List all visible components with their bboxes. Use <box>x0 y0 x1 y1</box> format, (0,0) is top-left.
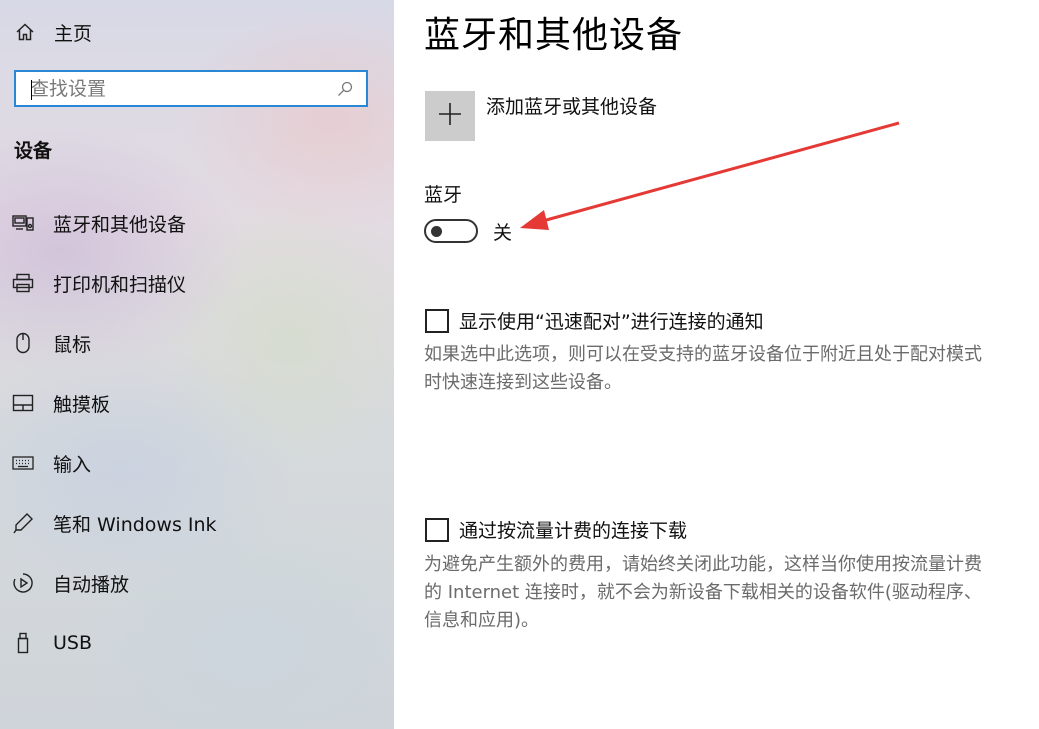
keyboard-icon <box>12 452 34 474</box>
sidebar-nav: 蓝牙和其他设备 打印机和扫描仪 鼠标 触摸板 输入 笔和 Windows Ink… <box>0 193 394 673</box>
pen-icon <box>12 512 34 534</box>
sidebar-item-touchpad[interactable]: 触摸板 <box>0 373 394 433</box>
touchpad-icon <box>12 392 34 414</box>
toggle-knob <box>431 226 442 237</box>
metered-download-description: 为避免产生额外的费用，请始终关闭此功能，这样当你使用按流量计费的 Interne… <box>424 554 982 631</box>
settings-sidebar: 主页 设备 蓝牙和其他设备 <box>0 0 394 729</box>
swift-pair-description: 如果选中此选项，则可以在受支持的蓝牙设备位于附近且处于配对模式时快速连接到这些设… <box>424 344 982 393</box>
sidebar-item-printers[interactable]: 打印机和扫描仪 <box>0 253 394 313</box>
sidebar-item-label: 触摸板 <box>53 393 111 416</box>
sidebar-section-title: 设备 <box>14 140 53 162</box>
sidebar-item-pen[interactable]: 笔和 Windows Ink <box>0 493 394 553</box>
printer-icon <box>12 272 34 294</box>
search-box[interactable] <box>14 70 368 107</box>
mouse-icon <box>12 332 34 354</box>
sidebar-item-autoplay[interactable]: 自动播放 <box>0 553 394 613</box>
bluetooth-toggle[interactable] <box>424 219 478 243</box>
autoplay-icon <box>12 572 34 594</box>
main-content: 蓝牙和其他设备 添加蓝牙或其他设备 蓝牙 关 显示使用“迅速配对”进行连接的通知… <box>394 0 1039 729</box>
metered-download-label: 通过按流量计费的连接下载 <box>459 520 688 542</box>
sidebar-item-label: 笔和 Windows Ink <box>53 513 217 536</box>
nav-home[interactable]: 主页 <box>14 19 92 45</box>
add-device-button[interactable] <box>425 91 475 141</box>
sidebar-item-label: 打印机和扫描仪 <box>53 273 187 296</box>
sidebar-item-label: 蓝牙和其他设备 <box>53 213 187 236</box>
sidebar-item-typing[interactable]: 输入 <box>0 433 394 493</box>
bluetooth-label: 蓝牙 <box>424 184 463 206</box>
sidebar-item-label: 输入 <box>53 453 92 476</box>
search-icon[interactable] <box>334 78 356 100</box>
sidebar-item-usb[interactable]: USB <box>0 613 394 673</box>
sidebar-item-label: 自动播放 <box>53 573 130 596</box>
metered-checkbox-row[interactable]: 通过按流量计费的连接下载 <box>425 516 687 543</box>
bluetooth-toggle-state: 关 <box>493 222 513 244</box>
sidebar-item-mouse[interactable]: 鼠标 <box>0 313 394 373</box>
add-device-label[interactable]: 添加蓝牙或其他设备 <box>486 92 657 119</box>
sidebar-item-label: 鼠标 <box>53 333 92 356</box>
metered-download-checkbox[interactable] <box>425 517 449 542</box>
sidebar-item-bluetooth[interactable]: 蓝牙和其他设备 <box>0 193 394 253</box>
sidebar-item-label: USB <box>53 632 93 654</box>
bluetooth-devices-icon <box>12 212 34 234</box>
text-caret <box>31 80 32 100</box>
swift-pair-label: 显示使用“迅速配对”进行连接的通知 <box>459 311 764 333</box>
page-title: 蓝牙和其他设备 <box>424 15 684 56</box>
nav-home-label: 主页 <box>54 22 93 45</box>
search-input[interactable] <box>16 72 334 105</box>
plus-icon <box>437 101 463 131</box>
home-icon <box>14 21 36 43</box>
usb-icon <box>12 632 34 654</box>
swift-pair-checkbox-row[interactable]: 显示使用“迅速配对”进行连接的通知 <box>425 307 764 334</box>
swift-pair-checkbox[interactable] <box>425 308 449 333</box>
